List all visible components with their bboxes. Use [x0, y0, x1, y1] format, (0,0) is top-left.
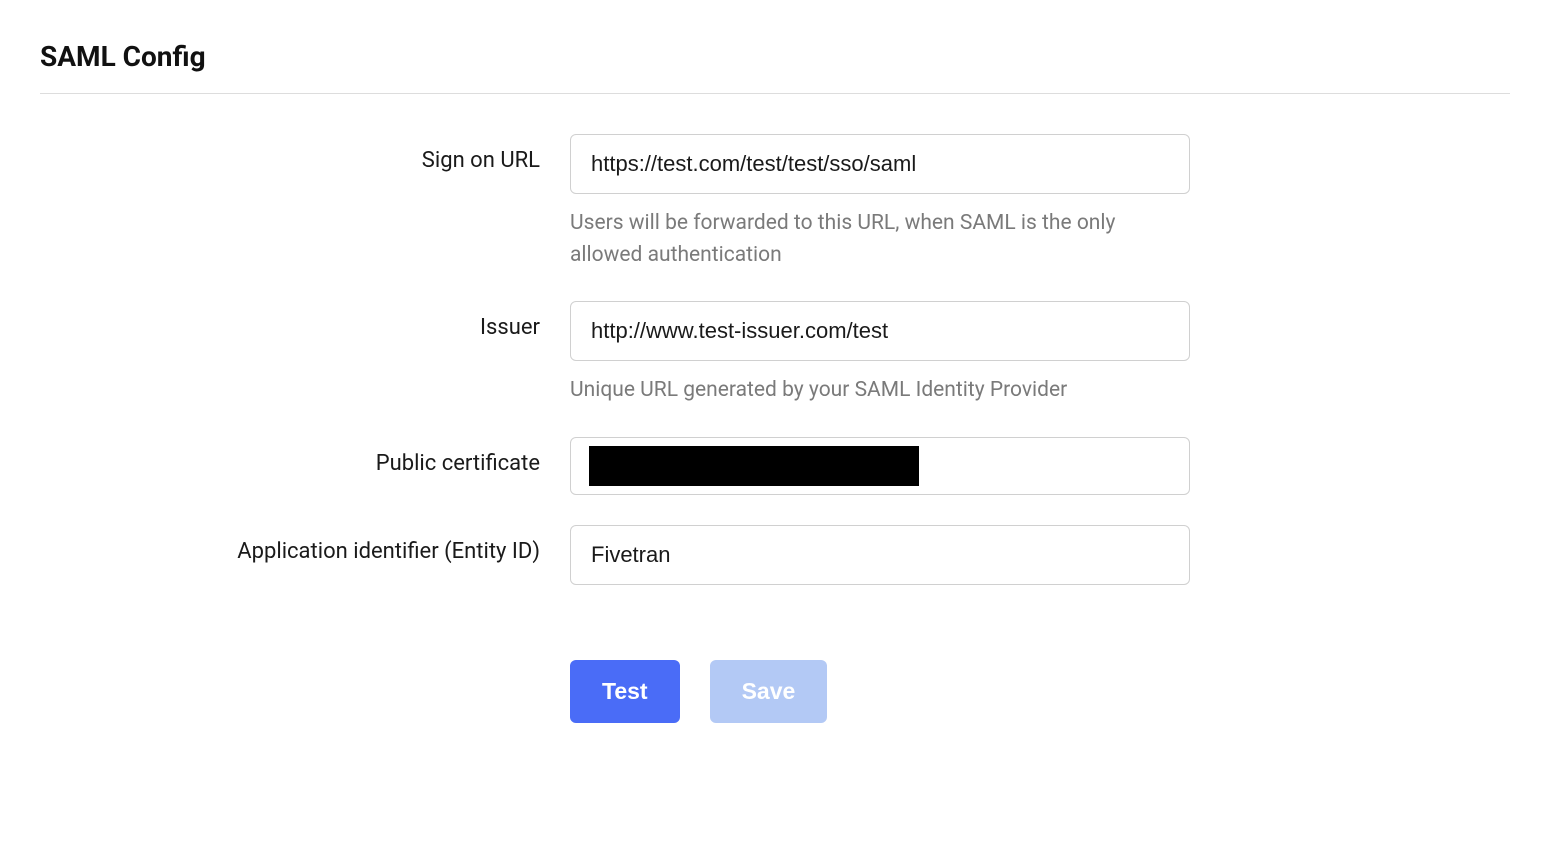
entity-id-row: Application identifier (Entity ID) [40, 525, 1510, 585]
public-certificate-row: Public certificate [40, 437, 1510, 495]
save-button[interactable]: Save [710, 660, 828, 723]
entity-id-input[interactable] [570, 525, 1190, 585]
issuer-row: Issuer Unique URL generated by your SAML… [40, 301, 1510, 407]
section-title: SAML Config [40, 40, 1510, 73]
public-certificate-redacted [589, 446, 919, 486]
issuer-label: Issuer [40, 301, 570, 340]
sign-on-url-input[interactable] [570, 134, 1190, 194]
public-certificate-input[interactable] [570, 437, 1190, 495]
test-button[interactable]: Test [570, 660, 680, 723]
sign-on-url-row: Sign on URL Users will be forwarded to t… [40, 134, 1510, 271]
sign-on-url-label: Sign on URL [40, 134, 570, 173]
issuer-input[interactable] [570, 301, 1190, 361]
button-row-wrapper: Test Save [40, 615, 1510, 723]
public-certificate-label: Public certificate [40, 437, 570, 476]
sign-on-url-help: Users will be forwarded to this URL, whe… [570, 208, 1190, 271]
section-divider [40, 93, 1510, 94]
entity-id-label: Application identifier (Entity ID) [40, 525, 570, 564]
issuer-help: Unique URL generated by your SAML Identi… [570, 375, 1190, 407]
